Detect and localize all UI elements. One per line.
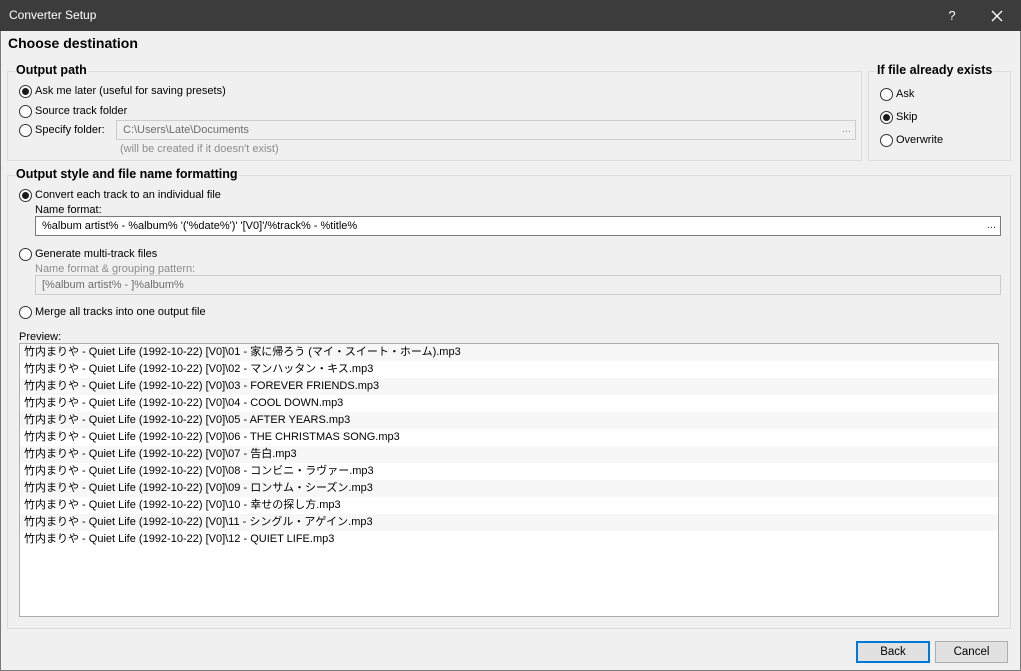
radio-label: Generate multi-track files xyxy=(35,248,158,260)
radio-label: Source track folder xyxy=(35,105,128,117)
folder-path-value: C:\Users\Late\Documents xyxy=(123,124,249,136)
preview-row: 竹内まりや - Quiet Life (1992-10-22) [V0]\02 … xyxy=(24,363,374,375)
radio-button[interactable] xyxy=(19,305,32,319)
window-title: Converter Setup xyxy=(9,8,97,22)
grouping-pattern-input[interactable]: [%album artist% - ]%album% xyxy=(35,275,1001,295)
output-path-title: Output path xyxy=(15,63,88,77)
radio-button[interactable] xyxy=(19,123,32,137)
radio-button[interactable] xyxy=(19,188,32,202)
preview-row: 竹内まりや - Quiet Life (1992-10-22) [V0]\01 … xyxy=(20,344,998,361)
radio-source-track-folder[interactable]: Source track folder xyxy=(19,103,127,119)
preview-row: 竹内まりや - Quiet Life (1992-10-22) [V0]\04 … xyxy=(24,397,344,409)
folder-note: (will be created if it doesn't exist) xyxy=(120,143,279,155)
preview-row: 竹内まりや - Quiet Life (1992-10-22) [V0]\09 … xyxy=(20,480,998,497)
browse-folder-button[interactable]: ... xyxy=(842,123,851,135)
preview-list[interactable]: 竹内まりや - Quiet Life (1992-10-22) [V0]\01 … xyxy=(19,343,999,617)
radio-label: Specify folder: xyxy=(35,124,105,136)
folder-path-input[interactable]: C:\Users\Late\Documents ... xyxy=(116,120,856,140)
preview-row: 竹内まりや - Quiet Life (1992-10-22) [V0]\08 … xyxy=(24,465,374,477)
radio-label: Ask xyxy=(896,88,915,100)
preview-row: 竹内まりや - Quiet Life (1992-10-22) [V0]\05 … xyxy=(20,412,998,429)
radio-label: Overwrite xyxy=(896,134,944,146)
preview-row: 竹内まりや - Quiet Life (1992-10-22) [V0]\10 … xyxy=(24,499,341,511)
radio-specify-folder[interactable]: Specify folder: xyxy=(19,122,105,138)
name-format-label: Name format: xyxy=(35,204,102,216)
preview-row: 竹内まりや - Quiet Life (1992-10-22) [V0]\06 … xyxy=(24,431,400,443)
radio-label: Ask me later (useful for saving presets) xyxy=(35,85,226,97)
name-format-input[interactable]: %album artist% - %album% '('%date%')' '[… xyxy=(35,216,1001,236)
close-icon[interactable] xyxy=(975,0,1019,31)
radio-ask-me-later[interactable]: Ask me later (useful for saving presets) xyxy=(19,83,226,99)
radio-button[interactable] xyxy=(880,133,893,147)
title-bar: Converter Setup ? xyxy=(0,0,1021,31)
help-icon[interactable]: ? xyxy=(930,0,974,31)
radio-button[interactable] xyxy=(880,110,893,124)
radio-label: Skip xyxy=(896,111,918,123)
grouping-pattern-label: Name format & grouping pattern: xyxy=(35,263,196,275)
radio-merge-all[interactable]: Merge all tracks into one output file xyxy=(19,304,206,320)
name-format-value: %album artist% - %album% '('%date%')' '[… xyxy=(42,220,358,232)
page-title: Choose destination xyxy=(8,35,138,51)
output-style-title: Output style and file name formatting xyxy=(15,167,239,181)
preview-row: 竹内まりや - Quiet Life (1992-10-22) [V0]\11 … xyxy=(20,514,998,531)
radio-individual-file[interactable]: Convert each track to an individual file xyxy=(19,187,221,203)
name-format-browse-button[interactable]: ... xyxy=(987,219,996,231)
radio-button[interactable] xyxy=(19,247,32,261)
radio-multitrack[interactable]: Generate multi-track files xyxy=(19,246,157,262)
radio-ask[interactable]: Ask xyxy=(880,86,914,102)
preview-row: 竹内まりや - Quiet Life (1992-10-22) [V0]\03 … xyxy=(20,378,998,395)
grouping-pattern-value: [%album artist% - ]%album% xyxy=(42,279,184,291)
preview-row: 竹内まりや - Quiet Life (1992-10-22) [V0]\07 … xyxy=(20,446,998,463)
radio-label: Merge all tracks into one output file xyxy=(35,306,206,318)
preview-label: Preview: xyxy=(19,331,62,343)
preview-row: 竹内まりや - Quiet Life (1992-10-22) [V0]\12 … xyxy=(24,533,335,545)
radio-button[interactable] xyxy=(19,104,32,118)
radio-button[interactable] xyxy=(19,84,32,98)
cancel-button[interactable]: Cancel xyxy=(935,641,1008,663)
radio-skip[interactable]: Skip xyxy=(880,109,917,125)
radio-label: Convert each track to an individual file xyxy=(35,189,221,201)
if-exists-title: If file already exists xyxy=(876,63,994,77)
radio-button[interactable] xyxy=(880,87,893,101)
back-button[interactable]: Back xyxy=(856,641,930,663)
radio-overwrite[interactable]: Overwrite xyxy=(880,132,943,148)
